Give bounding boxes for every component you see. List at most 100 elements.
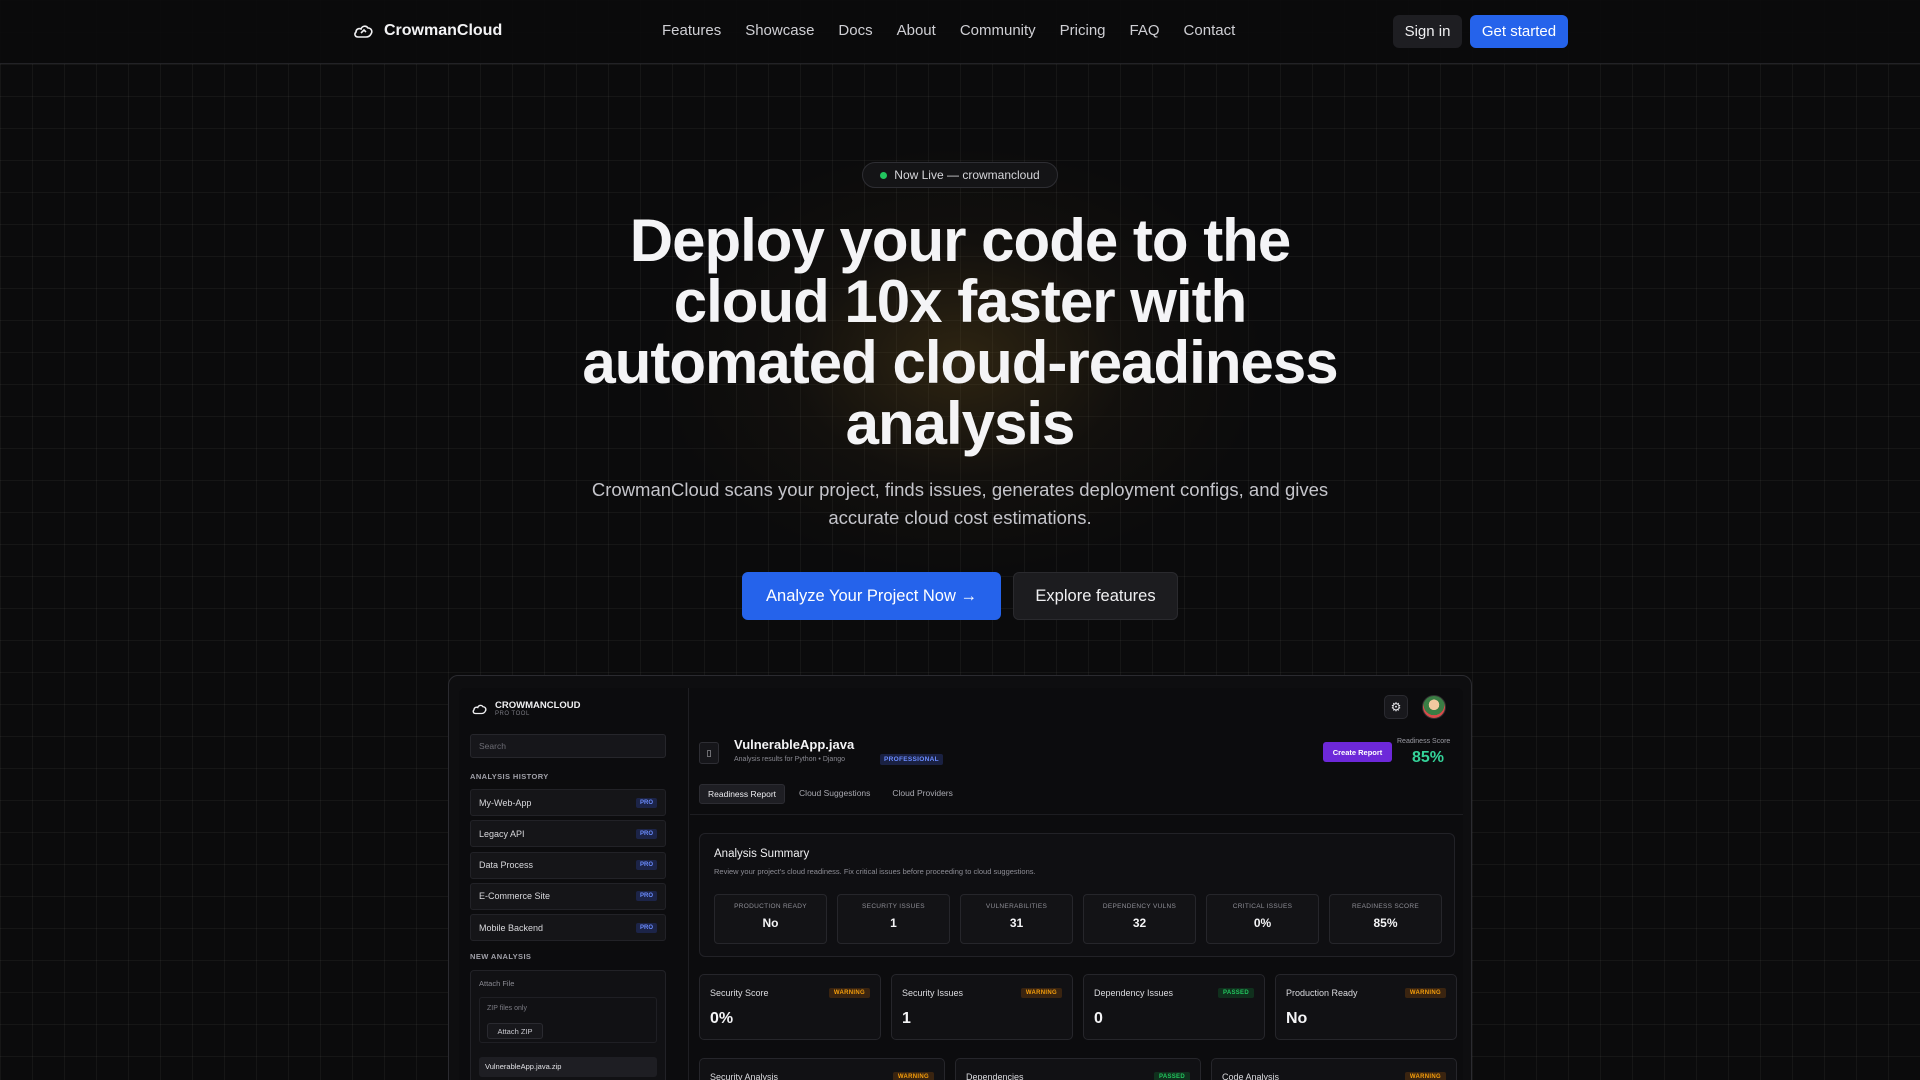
pro-badge: PRO: [635, 860, 657, 871]
card-value: No: [1286, 1010, 1308, 1027]
card-label: Security Score: [710, 988, 769, 998]
status-badge: PASSED: [1217, 988, 1254, 998]
stat-production-ready: PRODUCTION READY No: [714, 894, 827, 944]
preview-main: ⚙ ▯ VulnerableApp.java Analysis results …: [690, 688, 1463, 1080]
nav-link-contact[interactable]: Contact: [1184, 22, 1236, 39]
stat-value: 85%: [1373, 916, 1398, 930]
section-dependencies[interactable]: Dependencies PASSED: [955, 1058, 1201, 1080]
stat-label: PRODUCTION READY: [734, 903, 807, 910]
card-label: Production Ready: [1286, 988, 1358, 998]
hero-subtitle: CrowmanCloud scans your project, finds i…: [591, 479, 1329, 528]
summary-title: Analysis Summary: [714, 848, 810, 860]
attach-panel: Attach File ZIP files only Attach ZIP Vu…: [470, 970, 666, 1080]
readiness-score-label: Readiness Score: [1397, 738, 1451, 745]
divider: [690, 814, 1463, 815]
app-preview: CROWMANCLOUD PRO TOOL Search ANALYSIS HI…: [448, 675, 1472, 1080]
stat-value: 1: [890, 916, 897, 930]
card-value: 0%: [710, 1010, 734, 1027]
stat-critical-issues: CRITICAL ISSUES 0%: [1206, 894, 1319, 944]
section-code-analysis[interactable]: Code Analysis WARNING: [1211, 1058, 1457, 1080]
card-value: 1: [902, 1010, 911, 1027]
stat-vulnerabilities: VULNERABILITIES 31: [960, 894, 1073, 944]
history-item-name: Data Process: [479, 860, 534, 871]
get-started-button[interactable]: Get started: [1470, 15, 1568, 48]
pro-badge: PRO: [635, 891, 657, 902]
readiness-score-value: 85%: [1412, 749, 1445, 766]
drop-zone[interactable]: ZIP files only Attach ZIP: [479, 997, 657, 1043]
card-label: Dependency Issues: [1094, 988, 1174, 998]
history-item-name: My-Web-App: [479, 797, 532, 808]
zip-only-hint: ZIP files only: [487, 1005, 527, 1012]
preview-search-input[interactable]: Search: [470, 734, 666, 758]
status-badge: WARNING: [828, 988, 870, 998]
stat-value: 32: [1132, 916, 1147, 930]
history-item[interactable]: My-Web-App PRO: [470, 789, 666, 816]
nav-link-about[interactable]: About: [897, 22, 936, 39]
history-item-name: E-Commerce Site: [479, 891, 551, 902]
create-report-button[interactable]: Create Report: [1323, 742, 1392, 762]
analyze-project-button[interactable]: Analyze Your Project Now →: [742, 572, 1001, 620]
stat-value: 0%: [1253, 916, 1272, 930]
brand[interactable]: CrowmanCloud: [352, 19, 502, 43]
status-badge: WARNING: [1020, 988, 1062, 998]
preview-brand-tag: PRO TOOL: [495, 711, 530, 717]
history-item[interactable]: Mobile Backend PRO: [470, 914, 666, 942]
section-label: Code Analysis: [1222, 1072, 1280, 1080]
nav-link-faq[interactable]: FAQ: [1130, 22, 1160, 39]
status-dot-icon: [880, 171, 888, 179]
status-badge: WARNING: [1404, 1072, 1446, 1080]
explore-features-button[interactable]: Explore features: [1013, 572, 1178, 620]
card-production-ready: Production Ready WARNING No: [1275, 974, 1457, 1040]
stat-label: SECURITY ISSUES: [862, 903, 925, 910]
pro-badge: PRO: [635, 797, 657, 808]
status-badge: WARNING: [892, 1072, 934, 1080]
gear-icon[interactable]: ⚙: [1384, 695, 1408, 719]
history-heading: ANALYSIS HISTORY: [470, 772, 549, 781]
tab-readiness-report[interactable]: Readiness Report: [699, 784, 786, 804]
card-label: Security Issues: [902, 988, 964, 998]
history-item[interactable]: Data Process PRO: [470, 851, 666, 879]
tab-cloud-providers[interactable]: Cloud Providers: [884, 784, 960, 804]
nav-link-pricing[interactable]: Pricing: [1060, 22, 1106, 39]
history-item[interactable]: Legacy API PRO: [470, 820, 666, 848]
project-title: VulnerableApp.java: [734, 737, 855, 752]
plan-badge: PROFESSIONAL: [880, 754, 943, 765]
summary-description: Review your project's cloud readiness. F…: [714, 867, 1036, 876]
analysis-summary: Analysis Summary Review your project's c…: [699, 833, 1455, 957]
preview-tabs: Readiness Report Cloud Suggestions Cloud…: [699, 784, 961, 804]
card-security-score: Security Score WARNING 0%: [699, 974, 881, 1040]
preview-brand: CROWMANCLOUD PRO TOOL: [471, 700, 581, 718]
card-value: 0: [1094, 1010, 1103, 1027]
avatar[interactable]: [1422, 695, 1446, 719]
sign-in-button[interactable]: Sign in: [1393, 15, 1462, 48]
now-live-badge: Now Live — crowmancloud: [862, 162, 1058, 188]
stat-label: DEPENDENCY VULNS: [1102, 903, 1177, 910]
card-dependency-issues: Dependency Issues PASSED 0: [1083, 974, 1265, 1040]
stat-dependency-vulns: DEPENDENCY VULNS 32: [1083, 894, 1196, 944]
nav-link-features[interactable]: Features: [662, 22, 721, 39]
history-item-name: Mobile Backend: [479, 922, 544, 933]
stat-readiness-score: READINESS SCORE 85%: [1329, 894, 1442, 944]
attach-zip-button[interactable]: Attach ZIP: [487, 1023, 543, 1039]
app-preview-window: CROWMANCLOUD PRO TOOL Search ANALYSIS HI…: [459, 688, 1463, 1080]
stat-label: READINESS SCORE: [1352, 903, 1419, 910]
analysis-sections: Security Analysis WARNING Dependencies P…: [699, 1058, 1457, 1080]
status-badge: WARNING: [1404, 988, 1446, 998]
badge-text: Now Live — crowmancloud: [894, 168, 1040, 182]
metric-cards: Security Score WARNING 0% Security Issue…: [699, 974, 1457, 1040]
nav-link-docs[interactable]: Docs: [838, 22, 872, 39]
history-item[interactable]: E-Commerce Site PRO: [470, 882, 666, 910]
stat-security-issues: SECURITY ISSUES 1: [837, 894, 950, 944]
status-badge: PASSED: [1153, 1072, 1190, 1080]
hero-title: Deploy your code to the cloud 10x faster…: [582, 207, 1338, 457]
tab-cloud-suggestions[interactable]: Cloud Suggestions: [791, 784, 878, 804]
section-security-analysis[interactable]: Security Analysis WARNING: [699, 1058, 945, 1080]
pro-badge: PRO: [635, 828, 657, 839]
preview-brand-name: CROWMANCLOUD: [495, 700, 581, 711]
section-label: Security Analysis: [710, 1072, 779, 1080]
nav-link-community[interactable]: Community: [960, 22, 1036, 39]
nav-link-showcase[interactable]: Showcase: [745, 22, 814, 39]
crow-cloud-icon: [354, 25, 373, 38]
history-list: My-Web-App PRO Legacy API PRO Data Proce…: [470, 789, 666, 945]
stat-value: 31: [1009, 916, 1024, 930]
